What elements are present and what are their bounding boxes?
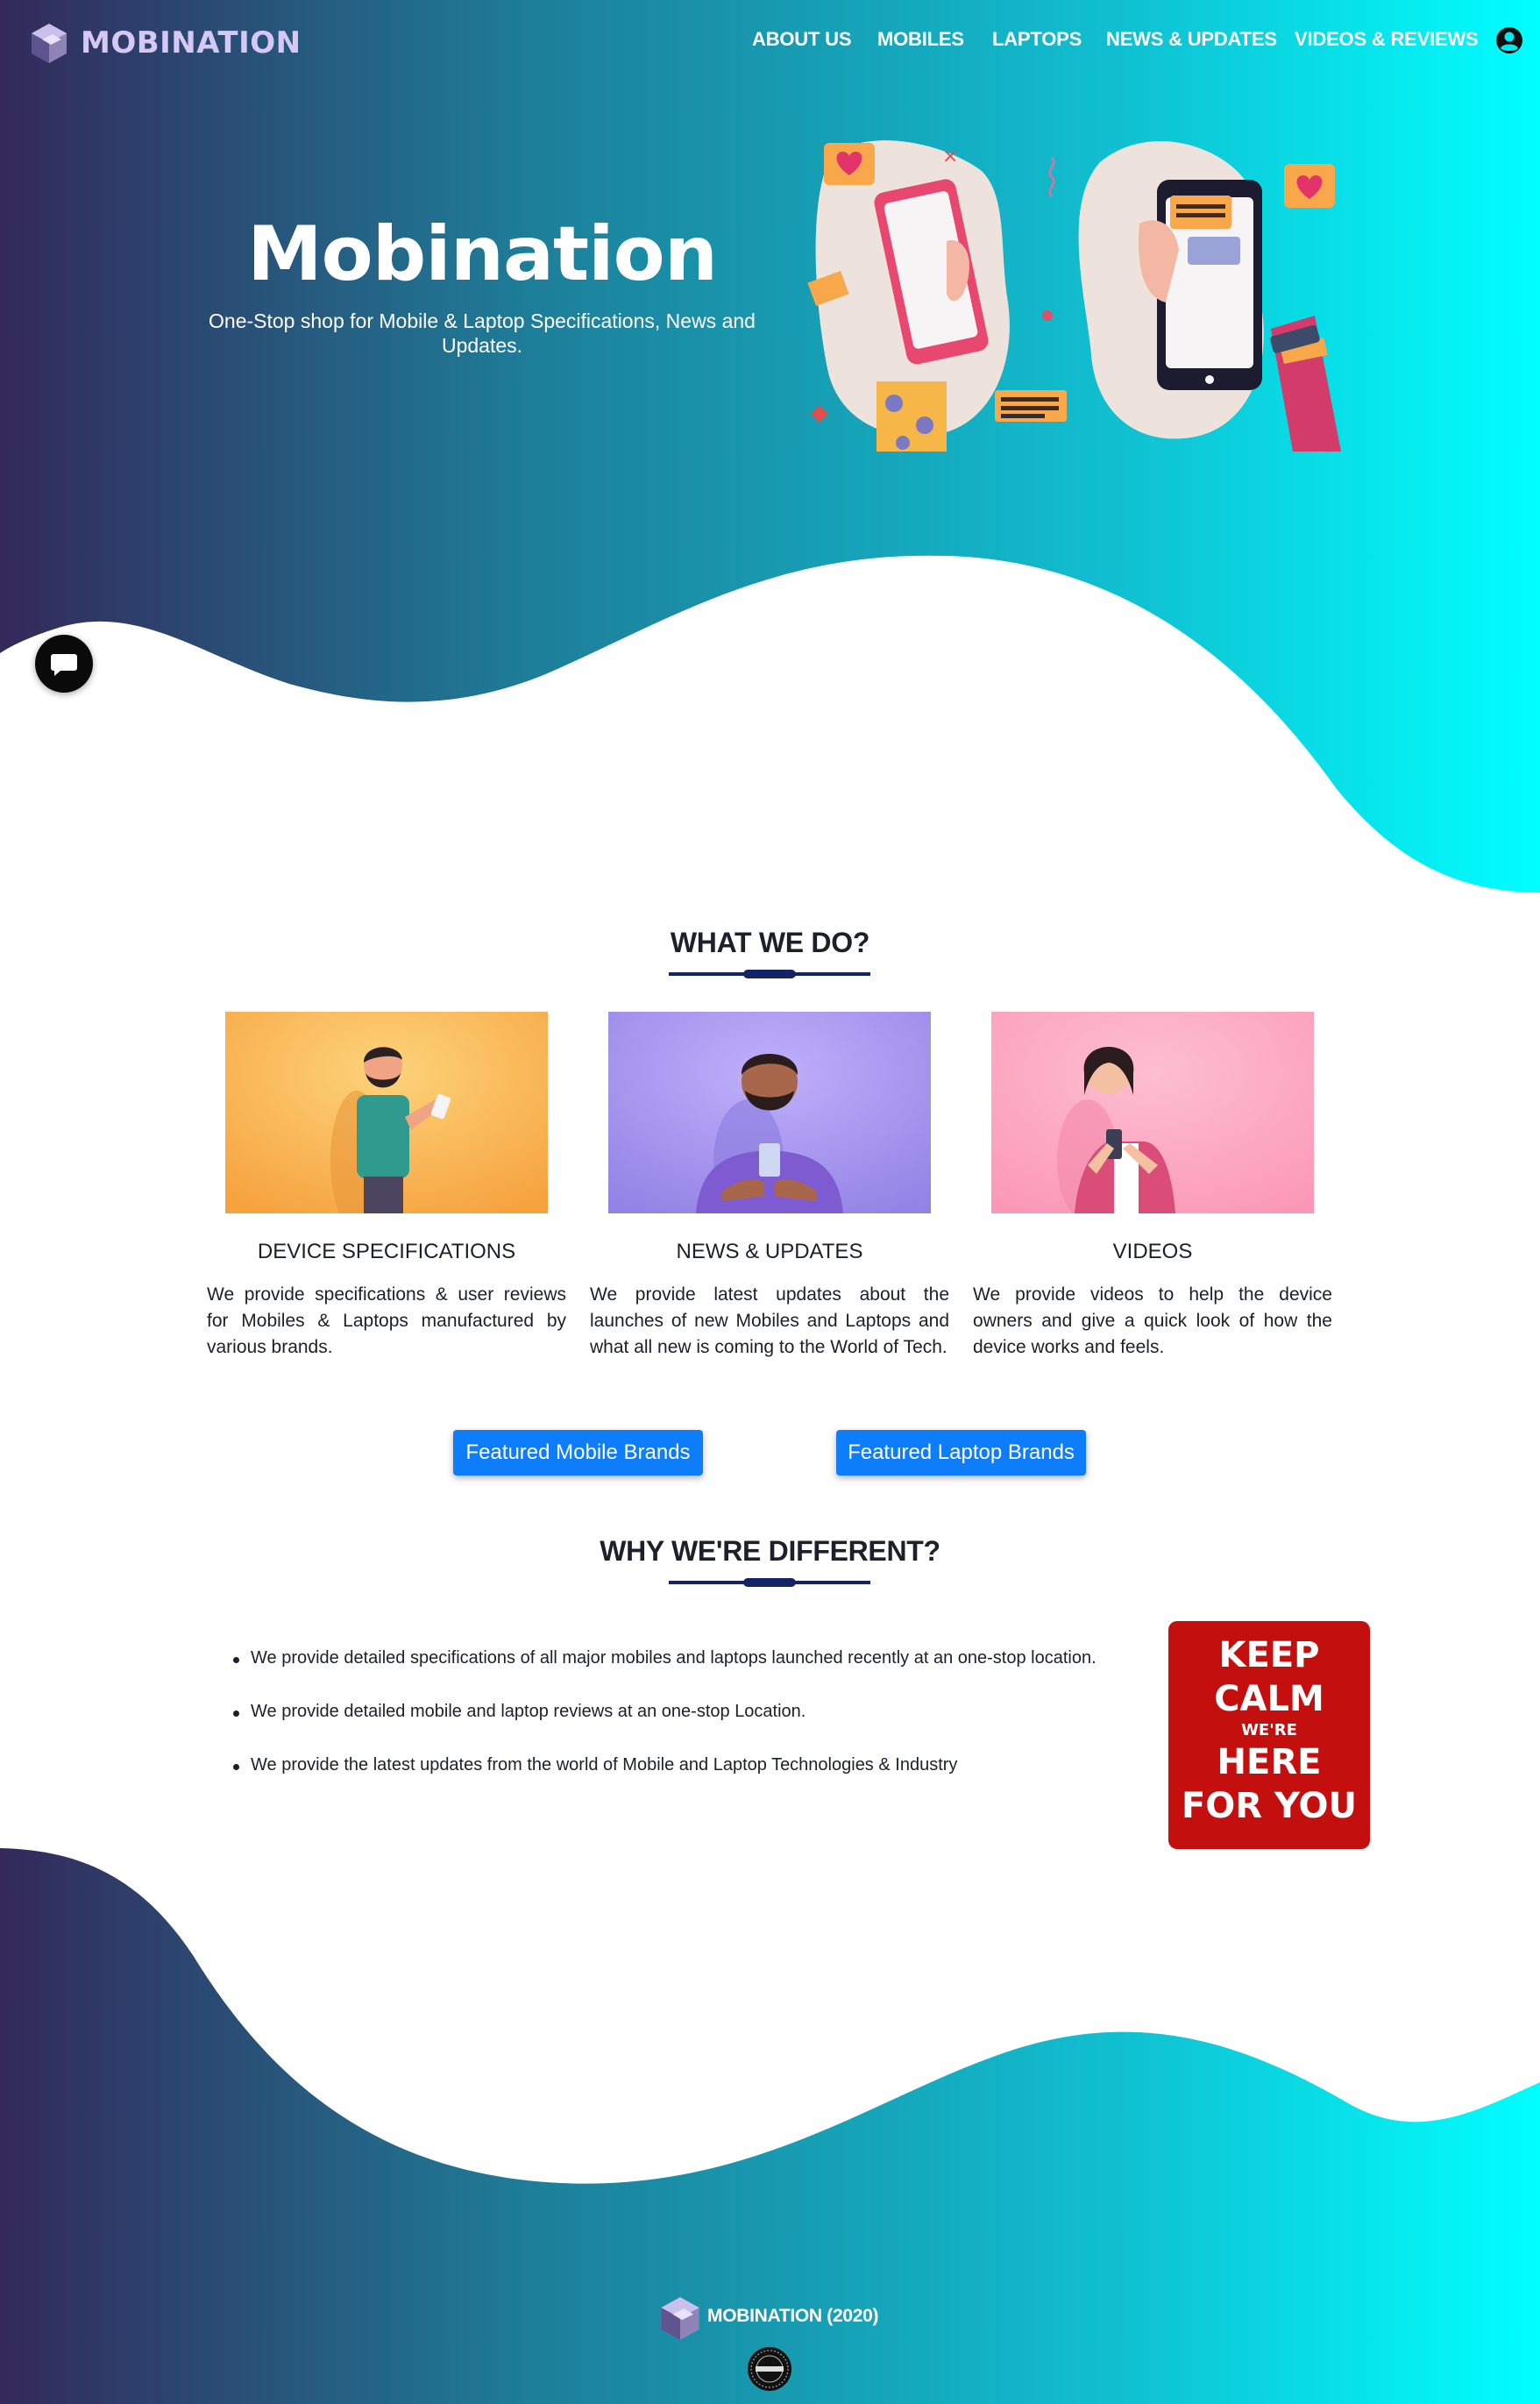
nav-videos-reviews[interactable]: VIDEOS & REVIEWS — [1295, 28, 1479, 51]
device-specifications-text: We provide specifications & user reviews… — [207, 1284, 566, 1357]
heading-underline — [669, 970, 870, 978]
top-navbar: MOBINATION ABOUT US MOBILES LAPTOPS NEWS… — [0, 0, 1540, 84]
nav-mobiles[interactable]: MOBILES — [877, 28, 964, 51]
videos-title: VIDEOS — [1112, 1240, 1193, 1263]
brand-logo[interactable]: MOBINATION — [30, 21, 302, 65]
svg-text:×: × — [942, 146, 958, 167]
news-updates-title: NEWS & UPDATES — [676, 1240, 863, 1263]
brand-name: MOBINATION — [81, 25, 302, 60]
why-different-heading: WHY WE'RE DIFFERENT? — [600, 1535, 940, 1567]
nav-about-us[interactable]: ABOUT US — [752, 28, 851, 51]
featured-mobile-brands-button[interactable]: Featured Mobile Brands — [453, 1430, 703, 1476]
copyright-seal-icon — [748, 2347, 791, 2391]
chat-bubble-icon — [51, 654, 77, 676]
user-account-icon[interactable] — [1495, 26, 1523, 54]
videos-text: We provide videos to help the device own… — [973, 1284, 1332, 1357]
list-item: We provide the latest updates from the w… — [230, 1755, 1150, 1809]
nav-news-updates[interactable]: NEWS & UPDATES — [1106, 28, 1277, 51]
videos-image — [991, 1012, 1314, 1213]
footer-cube-logo-icon — [661, 2297, 699, 2340]
nav-laptops[interactable]: LAPTOPS — [992, 28, 1082, 51]
bullet-icon — [233, 1711, 239, 1717]
list-item: We provide detailed specifications of al… — [230, 1648, 1150, 1702]
hero-phones-illustration: × — [807, 140, 1341, 452]
featured-laptop-brands-button[interactable]: Featured Laptop Brands — [836, 1430, 1086, 1476]
news-updates-image — [608, 1012, 931, 1213]
differences-list: We provide detailed specifications of al… — [230, 1648, 1150, 1809]
device-specifications-image — [225, 1012, 548, 1213]
bullet-icon — [233, 1764, 239, 1770]
footer-copyright: MOBINATION (2020) — [707, 2306, 879, 2326]
hero-subtitle: One-Stop shop for Mobile & Laptop Specif… — [209, 309, 756, 357]
chat-button[interactable] — [35, 635, 93, 693]
device-specifications-title: DEVICE SPECIFICATIONS — [257, 1240, 516, 1263]
hero-title: Mobination — [247, 210, 718, 298]
keep-calm-poster: KEEP CALM WE'RE HERE FOR YOU — [1168, 1621, 1370, 1849]
news-updates-text: We provide latest updates about the laun… — [590, 1284, 949, 1357]
bullet-icon — [233, 1657, 239, 1663]
cube-logo-icon — [32, 24, 67, 63]
what-we-do-heading: WHAT WE DO? — [670, 927, 870, 958]
heading-underline — [669, 1578, 870, 1587]
list-item: We provide detailed mobile and laptop re… — [230, 1702, 1150, 1755]
